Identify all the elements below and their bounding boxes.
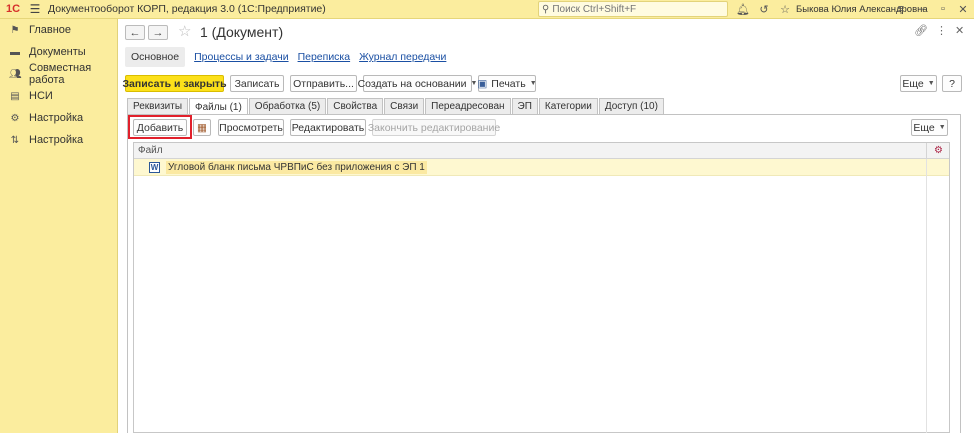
sidebar-item-label: Настройка — [29, 134, 84, 146]
column-divider — [926, 143, 927, 159]
nav-correspondence-link[interactable]: Переписка — [298, 51, 351, 63]
bell-icon[interactable]: 🔔︎ — [735, 1, 751, 17]
column-settings-icon[interactable]: ⚙ — [934, 145, 943, 156]
printer-icon: ▣ — [477, 77, 488, 90]
file-name: Угловой бланк письма ЧРВПиС без приложен… — [166, 160, 427, 174]
search-icon: ⚲ — [542, 3, 550, 15]
hamburger-menu-icon[interactable]: ☰ — [26, 0, 44, 19]
back-button[interactable]: ← — [125, 25, 145, 40]
create-based-on-button[interactable]: Создать на основании ▼ — [358, 75, 477, 92]
view-file-button[interactable]: Просмотреть — [218, 119, 284, 136]
nav-processes-link[interactable]: Процессы и задачи — [194, 51, 288, 63]
word-file-icon: W — [149, 161, 160, 173]
tab-strip: Реквизиты Файлы (1) Обработка (5) Свойст… — [127, 98, 665, 115]
search-box[interactable]: ⚲ — [538, 1, 728, 17]
sidebar-item-label: Главное — [29, 24, 72, 36]
tab-redirected[interactable]: Переадресован — [425, 98, 511, 114]
print-label: Печать — [491, 77, 526, 90]
more-button[interactable]: Еще ▼ — [900, 75, 937, 92]
arrow-right-icon: → — [152, 26, 164, 39]
files-more-label: Еще — [913, 121, 935, 134]
tab-links[interactable]: Связи — [384, 98, 425, 114]
tab-access[interactable]: Доступ (10) — [598, 98, 664, 114]
table-row[interactable]: W Угловой бланк письма ЧРВПиС без прилож… — [134, 159, 949, 176]
sidebar-item-label: Совместная работа — [29, 62, 92, 86]
document-form: ← → ☆ 1 (Документ) 🔗︎ ⋮ ✕ Основное Проце… — [119, 19, 974, 433]
more-label: Еще — [902, 77, 924, 90]
settings-menu-icon[interactable]: ≡ — [893, 1, 909, 17]
app-logo: 1С — [5, 3, 21, 15]
sidebar-item-documents[interactable]: ▬ Документы — [0, 41, 117, 63]
history-icon[interactable]: ↺ — [756, 1, 772, 17]
tab-processing[interactable]: Обработка (5) — [248, 98, 327, 114]
forward-button[interactable]: → — [148, 25, 168, 40]
folder-icon: ▬ — [10, 46, 20, 58]
tab-ep[interactable]: ЭП — [511, 98, 538, 114]
title-bar: 1С ☰ Документооборот КОРП, редакция 3.0 … — [0, 0, 974, 19]
sidebar-item-nsi[interactable]: ▤ НСИ — [0, 85, 117, 107]
column-divider — [926, 159, 927, 433]
favorites-star-icon[interactable]: ☆ — [777, 1, 793, 17]
minimize-icon[interactable]: – — [914, 1, 930, 17]
files-table[interactable]: Файл ⚙ W Угловой бланк письма ЧРВПиС без… — [133, 142, 950, 433]
search-input[interactable] — [552, 3, 713, 15]
sidebar-item-main[interactable]: ⚑ Главное — [0, 19, 117, 41]
create-based-on-label: Создать на основании — [357, 77, 467, 90]
print-button[interactable]: ▣ Печать ▼ — [477, 75, 537, 92]
close-icon[interactable]: ✕ — [955, 1, 971, 17]
maximize-icon[interactable]: ▫ — [935, 1, 951, 17]
help-button[interactable]: ? — [942, 75, 962, 92]
sidebar-item-label: НСИ — [29, 90, 53, 102]
files-more-button[interactable]: Еще ▼ — [911, 119, 948, 136]
page-title: 1 (Документ) — [200, 24, 284, 40]
book-icon: ▤ — [10, 90, 20, 102]
tab-categories[interactable]: Категории — [538, 98, 598, 114]
close-form-icon[interactable]: ✕ — [955, 24, 964, 37]
scanner-icon: ▦ — [197, 121, 207, 134]
column-header-file[interactable]: Файл — [138, 145, 163, 156]
chevron-down-icon: ▼ — [927, 80, 935, 87]
save-and-close-button[interactable]: Записать и закрыть — [122, 75, 227, 92]
chevron-down-icon: ▼ — [938, 124, 946, 131]
edit-file-button[interactable]: Редактировать — [290, 119, 366, 136]
finish-editing-button[interactable]: Закончить редактирование — [368, 119, 500, 136]
sidebar-item-label: Настройка — [29, 112, 84, 124]
form-navigation: Основное Процессы и задачи Переписка Жур… — [125, 47, 446, 67]
sidebar-item-settings-2[interactable]: ⇅ Настройка — [0, 129, 117, 151]
sliders-icon: ⇅ — [10, 134, 20, 146]
tab-requisites[interactable]: Реквизиты — [127, 98, 189, 114]
favorite-star-icon[interactable]: ☆ — [178, 22, 191, 40]
app-title: Документооборот КОРП, редакция 3.0 (1С:П… — [48, 3, 326, 15]
more-vertical-icon[interactable]: ⋮ — [936, 24, 947, 37]
nav-transfer-log-link[interactable]: Журнал передачи — [359, 51, 446, 63]
chevron-down-icon: ▼ — [529, 80, 537, 87]
save-button[interactable]: Записать — [230, 75, 284, 92]
tab-files[interactable]: Файлы (1) — [189, 98, 248, 115]
flag-icon: ⚑ — [10, 24, 20, 36]
people-icon: 👥︎ — [9, 68, 22, 80]
sidebar-item-label: Документы — [29, 46, 86, 58]
sidebar: ⚑ Главное ▬ Документы 👥︎ Совместная рабо… — [0, 19, 118, 433]
tab-properties[interactable]: Свойства — [327, 98, 384, 114]
sidebar-item-collaboration[interactable]: 👥︎ Совместная работа — [0, 62, 117, 86]
sidebar-item-settings[interactable]: ⚙ Настройка — [0, 107, 117, 129]
nav-main[interactable]: Основное — [125, 47, 186, 67]
arrow-left-icon: ← — [129, 26, 141, 39]
gear-icon: ⚙ — [10, 112, 20, 124]
scan-button[interactable]: ▦ — [193, 119, 211, 136]
send-button[interactable]: Отправить... — [290, 75, 357, 92]
table-header: Файл ⚙ — [134, 143, 949, 159]
highlight-frame — [128, 115, 192, 139]
link-icon[interactable]: 🔗︎ — [914, 24, 928, 37]
